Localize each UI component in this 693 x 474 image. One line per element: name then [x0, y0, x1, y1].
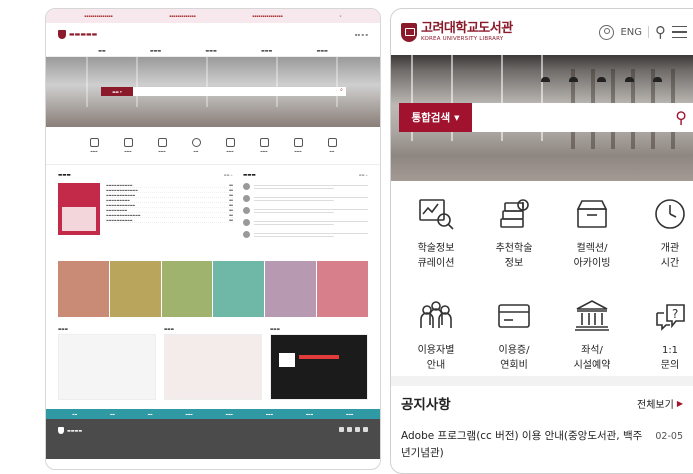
- desktop-instagram-feed[interactable]: [164, 334, 262, 400]
- desktop-quick-item[interactable]: ▬▬▬: [150, 138, 174, 153]
- desktop-footer: ▬▬▬▬: [46, 419, 380, 459]
- notice-more-label: 전체보기: [637, 399, 674, 411]
- notice-header: 공지사항 전체보기 ▶: [401, 386, 683, 420]
- desktop-youtube-feed[interactable]: [270, 334, 368, 400]
- recommended-research-icon: [495, 195, 533, 233]
- notice-section: 공지사항 전체보기 ▶ Adobe 프로그램(cc 버전) 이용 안내(중앙도서…: [391, 386, 693, 462]
- notice-item-title: Adobe 프로그램(cc 버전) 이용 안내(중앙도서관, 백주년기념관): [401, 430, 643, 459]
- desktop-search-icon[interactable]: ⌕: [337, 87, 346, 96]
- desktop-notice-thumbnail[interactable]: [58, 183, 100, 235]
- desktop-tile[interactable]: [317, 261, 368, 317]
- collection-archive-icon: [573, 195, 611, 233]
- users-guide-icon: [417, 297, 455, 335]
- desktop-tile[interactable]: [265, 261, 317, 317]
- svg-text:?: ?: [672, 307, 678, 321]
- desktop-search-scope[interactable]: ▬▬ ▾: [101, 87, 133, 96]
- notice-more-link[interactable]: 전체보기 ▶: [637, 396, 683, 411]
- research-curation-icon: [417, 195, 455, 233]
- language-toggle[interactable]: ENG: [620, 27, 642, 38]
- triangle-right-icon: ▶: [676, 398, 683, 408]
- desktop-quick-item[interactable]: ▬▬▬: [82, 138, 106, 153]
- desktop-events-list: ▬▬▬ ▬▬ +: [243, 173, 368, 257]
- list-item[interactable]: Adobe 프로그램(cc 버전) 이용 안내(중앙도서관, 백주년기념관) 0…: [401, 428, 683, 462]
- section-divider: [391, 376, 693, 386]
- search-scope-select[interactable]: 통합검색 ▼: [399, 103, 472, 132]
- service-label: 컬렉션/ 아카이빙: [573, 243, 611, 269]
- notice-item-date: 02-05: [655, 431, 683, 442]
- desktop-notice-list: ▬▬▬ ▬▬ + ▬▬▬▬▬▬▬▬▬▬ ▪▪ ▬▬▬▬▬▬▬▬▬▬▬▬ ▪▪ ▬▬▬▬…: [58, 173, 233, 257]
- mobile-header: 고려대학교도서관 KOREA UNIVERSITY LIBRARY ENG ⚲: [391, 9, 693, 55]
- service-grid: 학술정보 큐레이션 추천학술 정보 컬렉션/ 아카이빙 개관 시간 이용자별 안…: [391, 181, 693, 389]
- desktop-facebook-feed[interactable]: [58, 334, 156, 400]
- header-tools: ENG ⚲: [599, 24, 687, 40]
- clock-icon: [651, 195, 689, 233]
- desktop-link-band: ▬▬ ▬▬ ▬▬ ▬▬▬ ▬▬▬ ▬▬▬ ▬▬▬ ▬▬▬: [46, 409, 380, 419]
- desktop-tile[interactable]: [213, 261, 265, 317]
- service-label: 이용자별 안내: [417, 345, 455, 371]
- desktop-utility: ▪▪ ▪ ▪: [354, 31, 368, 37]
- desktop-nav: ▬▬ ▬▬▬ ▬▬▬ ▬▬▬ ▬▬▬: [46, 45, 380, 57]
- desktop-quick-item[interactable]: ▬▬: [320, 138, 344, 153]
- search-submit-icon[interactable]: ⚲: [675, 109, 687, 126]
- hero-banner: 통합검색 ▼ ⚲: [391, 55, 693, 181]
- service-label: 추천학술 정보: [495, 243, 533, 269]
- search-icon[interactable]: ⚲: [655, 24, 666, 40]
- menu-icon[interactable]: [672, 25, 687, 39]
- desktop-tile[interactable]: [161, 261, 213, 317]
- notice-title: 공지사항: [401, 397, 451, 413]
- facility-icon: [573, 297, 611, 335]
- desktop-quick-item[interactable]: ▬▬▬: [218, 138, 242, 153]
- mobile-screenshot: 고려대학교도서관 KOREA UNIVERSITY LIBRARY ENG ⚲: [390, 8, 693, 474]
- desktop-tile[interactable]: [58, 261, 109, 317]
- inquiry-icon: ?: [651, 297, 689, 335]
- desktop-quick-item[interactable]: ▬▬▬: [116, 138, 140, 153]
- desktop-quick-item[interactable]: ▬▬▬: [286, 138, 310, 153]
- desktop-search-bar[interactable]: ▬▬ ▾ ⌕: [101, 87, 346, 96]
- service-item-recommended[interactable]: 추천학술 정보: [475, 195, 553, 287]
- shield-icon: [401, 22, 417, 42]
- service-label: 개관 시간: [660, 243, 680, 269]
- desktop-header: ▬▬▬▬▬ ▪▪ ▪ ▪: [46, 23, 380, 45]
- desktop-top-banner: ▪▪▪▪▪▪▪▪▪▪▪▪▪▪ ▪▪▪▪▪▪▪▪▪▪▪▪▪ ▪▪▪▪▪▪▪▪▪▪▪▪▪…: [46, 9, 380, 23]
- desktop-quick-item[interactable]: ▬▬: [184, 138, 208, 153]
- service-item-hours[interactable]: 개관 시간: [631, 195, 693, 287]
- service-label: 1:1 문의: [660, 345, 680, 371]
- showcase: ▪▪▪▪▪▪▪▪▪▪▪▪▪▪ ▪▪▪▪▪▪▪▪▪▪▪▪▪ ▪▪▪▪▪▪▪▪▪▪▪▪▪…: [0, 0, 693, 474]
- desktop-screenshot: ▪▪▪▪▪▪▪▪▪▪▪▪▪▪ ▪▪▪▪▪▪▪▪▪▪▪▪▪ ▪▪▪▪▪▪▪▪▪▪▪▪▪…: [45, 8, 381, 470]
- desktop-notice-section: ▬▬▬ ▬▬ + ▬▬▬▬▬▬▬▬▬▬ ▪▪ ▬▬▬▬▬▬▬▬▬▬▬▬ ▪▪ ▬▬▬▬…: [46, 165, 380, 261]
- service-label: 학술정보 큐레이션: [417, 243, 455, 269]
- search-scope-label: 통합검색: [411, 112, 451, 124]
- service-item-curation[interactable]: 학술정보 큐레이션: [397, 195, 475, 287]
- desktop-feature-tiles: [46, 261, 380, 317]
- search-bar: 통합검색 ▼ ⚲: [399, 103, 693, 132]
- desktop-footer-social: [339, 427, 368, 432]
- header-divider: [648, 26, 649, 38]
- desktop-social-section: ▬▬▬ ▬▬▬ ▬▬▬: [46, 317, 380, 409]
- desktop-logo[interactable]: ▬▬▬▬▬: [58, 29, 97, 39]
- desktop-quick-item[interactable]: ▬▬▬: [252, 138, 276, 153]
- logo-english: KOREA UNIVERSITY LIBRARY: [421, 36, 504, 42]
- desktop-hero: ▬▬ ▾ ⌕: [46, 57, 380, 127]
- desktop-tile[interactable]: [109, 261, 161, 317]
- desktop-footer-logo: ▬▬▬▬: [58, 427, 82, 434]
- caret-down-icon: ▼: [454, 113, 460, 122]
- service-label: 이용증/ 연회비: [498, 345, 530, 371]
- library-logo[interactable]: 고려대학교도서관 KOREA UNIVERSITY LIBRARY: [401, 22, 513, 42]
- service-item-collection[interactable]: 컬렉션/ 아카이빙: [553, 195, 631, 287]
- card-icon: [495, 297, 533, 335]
- user-icon[interactable]: [599, 24, 615, 40]
- desktop-quick-links: ▬▬▬ ▬▬▬ ▬▬▬ ▬▬ ▬▬▬ ▬▬▬ ▬▬▬ ▬▬: [46, 127, 380, 165]
- service-label: 좌석/ 시설예약: [573, 345, 611, 371]
- logo-korean: 고려대학교도서관: [421, 21, 513, 36]
